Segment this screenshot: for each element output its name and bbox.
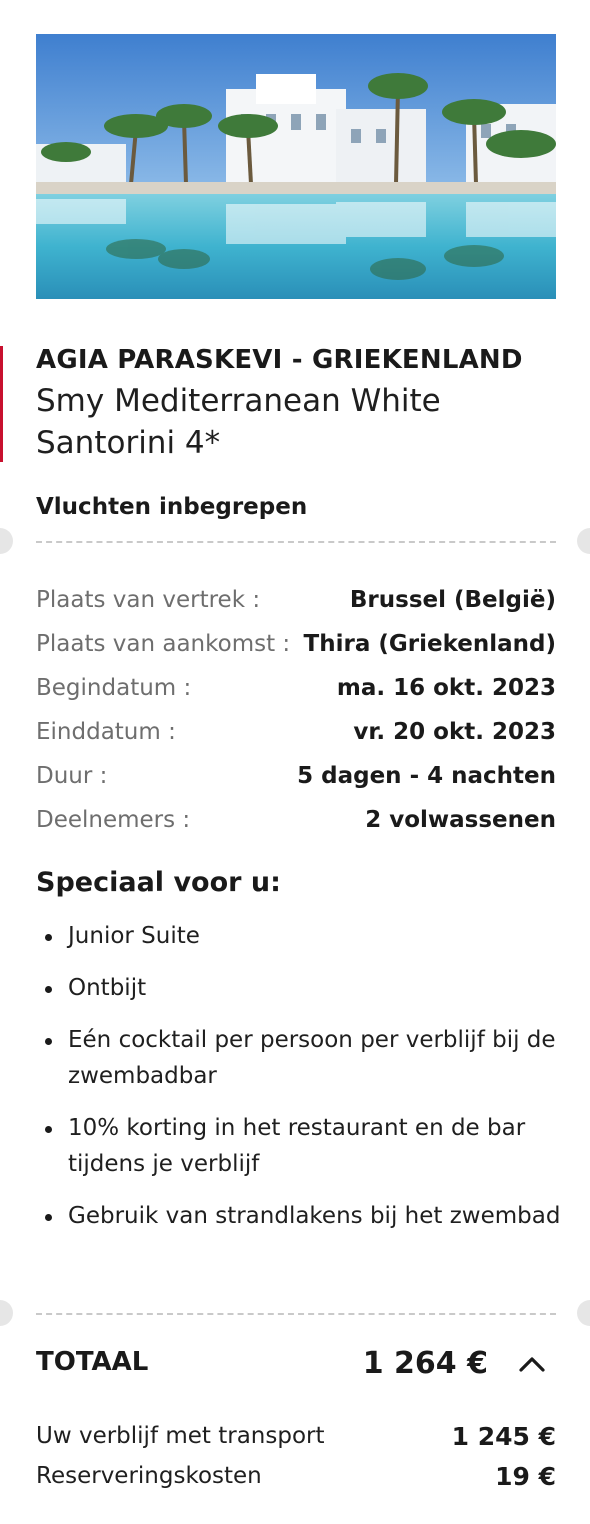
booking-summary: AGIA PARASKEVI - GRIEKENLAND Smy Mediter… — [0, 0, 590, 1524]
price-value: 19 € — [495, 1461, 556, 1491]
ticket-notch-right — [577, 528, 590, 554]
hotel-pool-image — [36, 34, 556, 299]
special-offers-list: Junior Suite Ontbijt Eén cocktail per pe… — [36, 918, 566, 1250]
detail-row-end-date: Einddatum : vr. 20 okt. 2023 — [36, 710, 556, 754]
list-item: 10% korting in het restaurant en de bar … — [36, 1110, 566, 1182]
detail-value: vr. 20 okt. 2023 — [353, 719, 556, 745]
list-item: Junior Suite — [36, 918, 566, 954]
list-item: Ontbijt — [36, 970, 566, 1006]
list-item: Eén cocktail per persoon per verblijf bi… — [36, 1022, 566, 1094]
detail-row-arrival: Plaats van aankomst : Thira (Griekenland… — [36, 622, 556, 666]
special-offers-title: Speciaal voor u: — [36, 867, 281, 898]
flights-included-label: Vluchten inbegrepen — [36, 494, 308, 520]
detail-row-duration: Duur : 5 dagen - 4 nachten — [36, 754, 556, 798]
detail-label: Deelnemers : — [36, 807, 191, 833]
detail-label: Einddatum : — [36, 719, 176, 745]
accent-bar — [0, 346, 3, 462]
hotel-name: Smy Mediterranean White Santorini 4* — [36, 383, 441, 461]
ticket-notch-left — [0, 528, 13, 554]
trip-details: Plaats van vertrek : Brussel (België) Pl… — [36, 578, 556, 842]
price-label: Uw verblijf met transport — [36, 1423, 325, 1449]
detail-value: 2 volwassenen — [365, 807, 556, 833]
price-value: 1 245 € — [451, 1421, 556, 1451]
price-label: Reserveringskosten — [36, 1463, 262, 1489]
detail-row-start-date: Begindatum : ma. 16 okt. 2023 — [36, 666, 556, 710]
detail-row-participants: Deelnemers : 2 volwassenen — [36, 798, 556, 842]
detail-label: Plaats van aankomst : — [36, 631, 291, 657]
detail-value: Thira (Griekenland) — [303, 631, 556, 657]
detail-label: Begindatum : — [36, 675, 192, 701]
detail-value: Brussel (België) — [349, 587, 556, 613]
list-item: Gebruik van strandlakens bij het zwembad — [36, 1198, 566, 1234]
destination-title: AGIA PARASKEVI - GRIEKENLAND — [36, 345, 523, 375]
divider — [36, 541, 556, 543]
divider — [36, 1313, 556, 1315]
total-price: 1 264 € — [362, 1346, 488, 1381]
ticket-notch-right — [577, 1300, 590, 1326]
price-breakdown: Uw verblijf met transport 1 245 € Reserv… — [36, 1416, 556, 1496]
hotel-photo — [36, 34, 556, 299]
price-row-stay: Uw verblijf met transport 1 245 € — [36, 1416, 556, 1456]
detail-label: Duur : — [36, 763, 108, 789]
detail-value: ma. 16 okt. 2023 — [336, 675, 556, 701]
price-row-booking-fee: Reserveringskosten 19 € — [36, 1456, 556, 1496]
detail-value: 5 dagen - 4 nachten — [297, 763, 556, 789]
detail-label: Plaats van vertrek : — [36, 587, 261, 613]
ticket-notch-left — [0, 1300, 13, 1326]
detail-row-departure: Plaats van vertrek : Brussel (België) — [36, 578, 556, 622]
total-label: TOTAAL — [36, 1347, 149, 1377]
chevron-up-icon[interactable] — [514, 1348, 550, 1380]
